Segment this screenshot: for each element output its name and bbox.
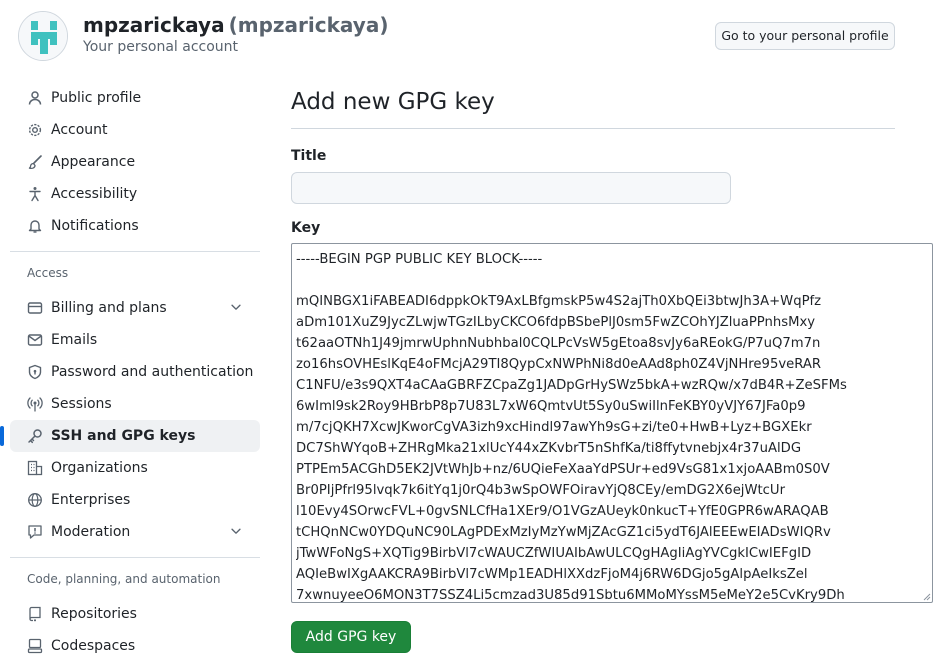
chevron-down-icon[interactable]	[229, 300, 243, 314]
sidebar-item-label: Notifications	[51, 218, 139, 234]
sidebar-item-label: Enterprises	[51, 492, 131, 508]
sidebar-divider	[10, 251, 260, 252]
sidebar-item-repositories[interactable]: Repositories	[10, 598, 260, 630]
sidebar-item-label: Sessions	[51, 396, 112, 412]
sidebar-item-label: Accessibility	[51, 186, 138, 202]
page-title: Add new GPG key	[291, 89, 495, 115]
person-icon	[28, 91, 42, 105]
account-subtitle: Your personal account	[83, 39, 239, 55]
sidebar-item-label: Public profile	[51, 90, 142, 106]
sidebar-item-label: Organizations	[51, 460, 148, 476]
sidebar-item-billing[interactable]: Billing and plans	[10, 292, 260, 324]
sidebar-item-label: Billing and plans	[51, 300, 167, 316]
repo-icon	[29, 606, 41, 622]
title-divider	[291, 128, 895, 129]
identicon-icon	[19, 12, 67, 60]
go-to-profile-button[interactable]: Go to your personal profile	[715, 22, 895, 50]
key-line: l10Evy4SOrwcFVL+0gvSNLCfHa1XEr9/O1VGzAUe…	[296, 504, 829, 519]
key-text: -----BEGIN PGP PUBLIC KEY BLOCK----- mQIN…	[296, 249, 928, 603]
paintbrush-icon	[28, 155, 42, 170]
title-input[interactable]	[291, 172, 731, 204]
gear-icon	[28, 123, 42, 137]
key-line: m/7cjQKH7XcwJKworCgVA3izh9xcHindl97awYh9…	[296, 420, 812, 435]
sidebar-item-label: Codespaces	[51, 638, 136, 654]
settings-sidebar: Public profile Account Appearance Access…	[0, 82, 260, 661]
chevron-down-icon[interactable]	[229, 524, 243, 538]
sidebar-item-label: SSH and GPG keys	[51, 428, 196, 444]
key-line: mQINBGX1iFABEADI6dppkOkT9AxLBfgmskP5w4S2…	[296, 294, 822, 309]
sidebar-item-public-profile[interactable]: Public profile	[10, 82, 260, 114]
key-line: DC7ShWYqoB+ZHRgMka21xlUcY44xZKvbrT5nShfK…	[296, 441, 802, 456]
sidebar-item-moderation[interactable]: Moderation	[10, 516, 260, 548]
settings-header: mpzarickaya (mpzarickaya) Your personal a…	[0, 0, 937, 80]
sidebar-item-label: Account	[51, 122, 108, 138]
sidebar-item-codespaces[interactable]: Codespaces	[10, 630, 260, 661]
sidebar-item-sessions[interactable]: Sessions	[10, 388, 260, 420]
globe-icon	[28, 493, 42, 507]
key-line: 6wIml9sk2Roy9HBrbP8p7U83L7xW6QmtvUt5Sy0u…	[296, 399, 806, 414]
sidebar-item-label: Password and authentication	[51, 364, 254, 380]
broadcast-icon	[27, 397, 43, 412]
resize-handle-icon[interactable]	[921, 591, 931, 601]
key-line: AQIeBwIXgAAKCRA9BirbVl7cWMp1EADHlXXdzFjo…	[296, 567, 808, 582]
key-line: Br0PIjPfrl95lvqk7k6itYq1j0rQ4b3wSpOWFOir…	[296, 483, 785, 498]
sidebar-item-label: Appearance	[51, 154, 136, 170]
key-line: -----BEGIN PGP PUBLIC KEY BLOCK-----	[296, 252, 543, 267]
sidebar-item-label: Moderation	[51, 524, 131, 540]
key-line: zo16hsOVHEslKqE4oFMcjA29TI8QypCxNWPhNi8d…	[296, 357, 822, 372]
avatar[interactable]	[18, 11, 68, 61]
sidebar-item-enterprises[interactable]: Enterprises	[10, 484, 260, 516]
add-gpg-key-button[interactable]: Add GPG key	[291, 621, 411, 653]
bell-icon	[28, 220, 42, 233]
sidebar-item-appearance[interactable]: Appearance	[10, 146, 260, 178]
sidebar-group-code: Code, planning, and automation	[27, 572, 221, 586]
key-textarea[interactable]: -----BEGIN PGP PUBLIC KEY BLOCK----- mQIN…	[291, 243, 933, 603]
sidebar-item-account[interactable]: Account	[10, 114, 260, 146]
key-line: aDm101XuZ9JycZLwjwTGzILbyCKCO6fdpBSbePlJ…	[296, 315, 816, 330]
report-icon	[28, 525, 42, 539]
title-label: Title	[291, 148, 327, 164]
key-icon	[28, 429, 42, 444]
key-line: PTPEm5ACGhD5EK2JVtWhJb+nz/6UQieFeXaaYdPS…	[296, 462, 830, 477]
key-line: tCHQnNCw0YDQuNC90LAgPDExMzIyMzYwMjZAcGZ1…	[296, 525, 831, 540]
sidebar-group-access: Access	[27, 266, 69, 280]
sidebar-item-notifications[interactable]: Notifications	[10, 210, 260, 242]
key-label: Key	[291, 220, 321, 236]
sidebar-item-label: Emails	[51, 332, 98, 348]
display-name: mpzarickaya	[83, 13, 225, 37]
account-login: (mpzarickaya)	[228, 13, 389, 37]
codespaces-icon	[27, 638, 43, 654]
key-line: C1NFU/e3s9QXT4aCAaGBRFZCpaZg1JADpGrHySWz…	[296, 378, 847, 393]
sidebar-item-label: Repositories	[51, 606, 137, 622]
credit-card-icon	[27, 302, 43, 314]
sidebar-divider	[10, 557, 260, 558]
organization-icon	[27, 460, 43, 476]
main-content: Add new GPG key Title Key -----BEGIN PGP…	[291, 82, 933, 653]
accessibility-icon	[29, 187, 41, 202]
key-line: t62aaOTNh1J49jmrwUphnNubhbal0CQLPcVsW5gE…	[296, 336, 821, 351]
account-name[interactable]: mpzarickaya (mpzarickaya)	[83, 13, 388, 37]
sidebar-item-ssh-gpg-keys[interactable]: SSH and GPG keys	[0, 420, 260, 452]
key-line: 7xwnuyeeO6MON3T7SSZ4Li5cmzad3U85d91Sbtu6…	[296, 588, 845, 603]
key-line	[296, 270, 928, 291]
key-line: jTwWFoNgS+XQTig9BirbVl7cWAUCZfWIUAIbAwUL…	[296, 546, 812, 561]
sidebar-item-accessibility[interactable]: Accessibility	[10, 178, 260, 210]
sidebar-item-emails[interactable]: Emails	[10, 324, 260, 356]
mail-icon	[27, 334, 43, 346]
sidebar-item-password-auth[interactable]: Password and authentication	[10, 356, 260, 388]
shield-lock-icon	[28, 364, 42, 380]
sidebar-item-organizations[interactable]: Organizations	[10, 452, 260, 484]
